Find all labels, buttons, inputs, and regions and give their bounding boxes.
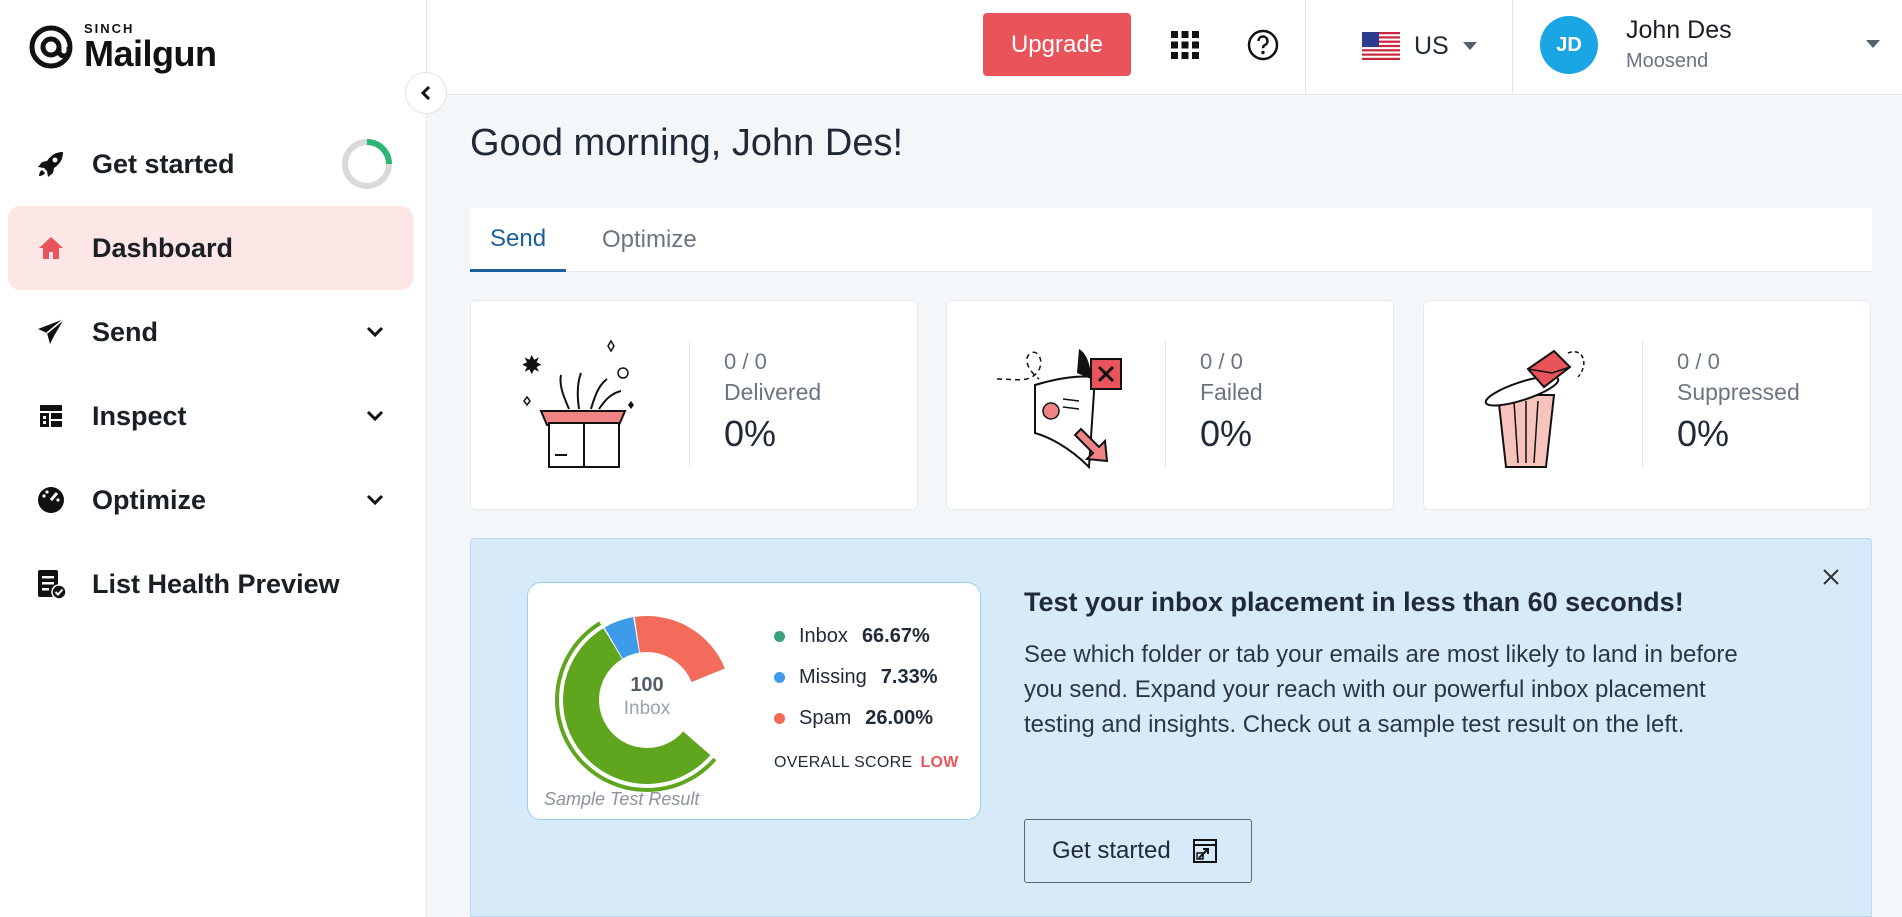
stat-card-failed: 0 / 0 Failed 0% (946, 300, 1394, 510)
sidebar-item-optimize[interactable]: Optimize (8, 458, 413, 542)
legend-label: Spam (799, 706, 852, 729)
stat-card-delivered: 0 / 0 Delivered 0% (470, 300, 918, 510)
user-name: John Des (1626, 16, 1732, 44)
stat-divider (1642, 341, 1643, 467)
sidebar-item-label: Dashboard (92, 232, 234, 263)
failed-envelope-illustration-icon (996, 349, 1122, 469)
paper-plane-icon (34, 315, 68, 349)
legend-row-missing: Missing 7.33% (774, 664, 938, 690)
rocket-icon (34, 147, 68, 181)
user-org: Moosend (1626, 50, 1709, 72)
apps-grid-icon[interactable] (1170, 30, 1200, 60)
collapse-sidebar-button[interactable] (405, 72, 447, 114)
chevron-down-icon[interactable] (363, 320, 387, 344)
avatar: JD (1540, 16, 1598, 74)
gauge-icon (34, 483, 68, 517)
stat-divider (1165, 341, 1166, 467)
legend-row-inbox: Inbox 66.67% (774, 623, 930, 649)
mailgun-logo[interactable]: SINCH Mailgun (28, 22, 217, 74)
stat-divider (689, 341, 690, 467)
sidebar-item-label: Inspect (92, 400, 187, 431)
get-started-button[interactable]: Get started (1024, 819, 1252, 883)
overall-score-value: LOW (920, 754, 959, 771)
donut-center-label: Inbox (623, 698, 671, 719)
region-label: US (1414, 31, 1449, 60)
close-icon[interactable] (1819, 565, 1843, 589)
page-greeting: Good morning, John Des! (470, 122, 904, 164)
list-check-icon (34, 567, 68, 601)
legend-dot (774, 630, 785, 642)
us-flag-icon (1362, 32, 1400, 60)
topbar-divider (1305, 0, 1306, 94)
trash-can-illustration-icon (1484, 349, 1585, 468)
help-circle-icon[interactable] (1246, 28, 1280, 62)
sidebar-item-inspect[interactable]: Inspect (8, 374, 413, 458)
sidebar-item-label: Optimize (92, 484, 207, 515)
get-started-progress-ring (342, 139, 392, 189)
tab-send[interactable]: Send (470, 208, 567, 272)
topbar-divider (1512, 0, 1513, 94)
chevron-left-icon (420, 85, 431, 101)
stat-name: Failed (1200, 379, 1263, 405)
legend-row-spam: Spam 26.00% (774, 705, 933, 731)
sidebar-item-label: Get started (92, 148, 235, 179)
inbox-placement-promo: 100 Inbox Inbox 66.67% Missing 7.33% Spa… (470, 538, 1872, 917)
topbar: Upgrade US JD John Des Moosend (428, 0, 1902, 95)
user-menu[interactable]: JD John Des Moosend (1540, 14, 1900, 78)
legend-value: 66.67% (861, 624, 930, 647)
inspect-grid-icon (34, 399, 68, 433)
legend-value: 7.33% (880, 665, 938, 688)
caret-down-icon (1462, 42, 1477, 50)
external-window-icon (1192, 839, 1217, 863)
tab-optimize[interactable]: Optimize (602, 208, 697, 272)
logo-name-text: Mailgun (84, 33, 217, 74)
stat-percent: 0% (724, 413, 777, 454)
stat-ratio: 0 / 0 (1677, 349, 1720, 374)
sidebar-item-label: List Health Preview (92, 568, 340, 599)
sidebar-item-list-health-preview[interactable]: List Health Preview (8, 542, 413, 626)
stat-card-suppressed: 0 / 0 Suppressed 0% (1423, 300, 1871, 510)
stat-name: Delivered (724, 379, 822, 405)
sample-caption: Sample Test Result (544, 789, 700, 809)
sidebar: SINCH Mailgun Get started Dashboard Send… (0, 0, 427, 917)
promo-body: See which folder or tab your emails are … (1024, 641, 1738, 738)
chevron-down-icon[interactable] (363, 404, 387, 428)
donut-center-number: 100 (630, 674, 664, 696)
stat-ratio: 0 / 0 (724, 349, 767, 374)
open-box-illustration-icon (522, 339, 634, 468)
region-selector[interactable]: US (1362, 26, 1477, 66)
promo-title: Test your inbox placement in less than 6… (1024, 587, 1684, 617)
legend-dot (774, 712, 785, 724)
get-started-button-label: Get started (1052, 837, 1171, 864)
stat-name: Suppressed (1677, 379, 1800, 405)
chevron-down-icon[interactable] (363, 488, 387, 512)
sample-test-result-card: 100 Inbox Inbox 66.67% Missing 7.33% Spa… (527, 582, 981, 820)
mailgun-logo-icon (29, 25, 73, 69)
home-icon (34, 231, 68, 265)
sidebar-item-get-started[interactable]: Get started (8, 122, 413, 206)
sidebar-nav: Get started Dashboard Send Inspect Optim… (8, 122, 413, 626)
donut-slice-spam (634, 616, 725, 683)
sidebar-item-send[interactable]: Send (8, 290, 413, 374)
legend-dot (774, 671, 785, 683)
legend-value: 26.00% (865, 706, 934, 729)
tab-bar: Send Optimize (470, 208, 1872, 272)
stat-percent: 0% (1200, 413, 1253, 454)
upgrade-button[interactable]: Upgrade (983, 13, 1131, 76)
overall-score: OVERALL SCORE LOW (774, 754, 959, 772)
caret-down-icon (1866, 40, 1880, 48)
sidebar-item-dashboard[interactable]: Dashboard (8, 206, 413, 290)
legend-label: Inbox (799, 624, 848, 647)
stat-percent: 0% (1677, 413, 1730, 454)
legend-label: Missing (799, 665, 867, 688)
sidebar-item-label: Send (92, 316, 159, 347)
overall-score-label: OVERALL SCORE (774, 754, 913, 771)
stat-ratio: 0 / 0 (1200, 349, 1243, 374)
